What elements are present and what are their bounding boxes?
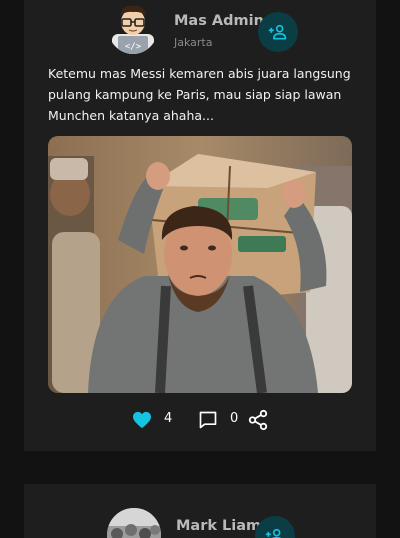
author-name[interactable]: Mas Admin <box>174 13 264 29</box>
post-actions: 4 0 <box>24 408 376 432</box>
post-text: Ketemu mas Messi kemaren abis juara lang… <box>48 66 351 123</box>
author-name[interactable]: Mark Liam <box>176 518 261 534</box>
feed-page: </> Mas Admin Jakarta Ketemu mas Messi k… <box>0 0 400 538</box>
post-photo[interactable] <box>48 136 352 393</box>
messi-carrying-box-photo <box>48 136 352 393</box>
share-button[interactable] <box>247 409 269 431</box>
post-card: Mark Liam <box>24 484 376 538</box>
share-icon <box>248 409 268 431</box>
person-add-icon <box>268 24 287 40</box>
svg-text:</>: </> <box>125 42 142 52</box>
author-location: Jakarta <box>174 36 213 49</box>
crowd-photo-avatar <box>107 508 161 538</box>
author-avatar[interactable] <box>107 508 161 538</box>
like-button[interactable] <box>132 411 152 429</box>
post-card: </> Mas Admin Jakarta Ketemu mas Messi k… <box>24 0 376 451</box>
developer-avatar-icon: </> <box>112 5 154 54</box>
heart-icon <box>133 411 151 429</box>
author-avatar[interactable]: </> <box>108 2 158 54</box>
like-count: 4 <box>164 411 173 426</box>
comment-button[interactable] <box>198 410 218 430</box>
follow-button[interactable] <box>258 12 298 52</box>
comment-count: 0 <box>230 411 239 426</box>
person-add-icon <box>265 528 282 538</box>
comment-icon <box>199 411 217 429</box>
